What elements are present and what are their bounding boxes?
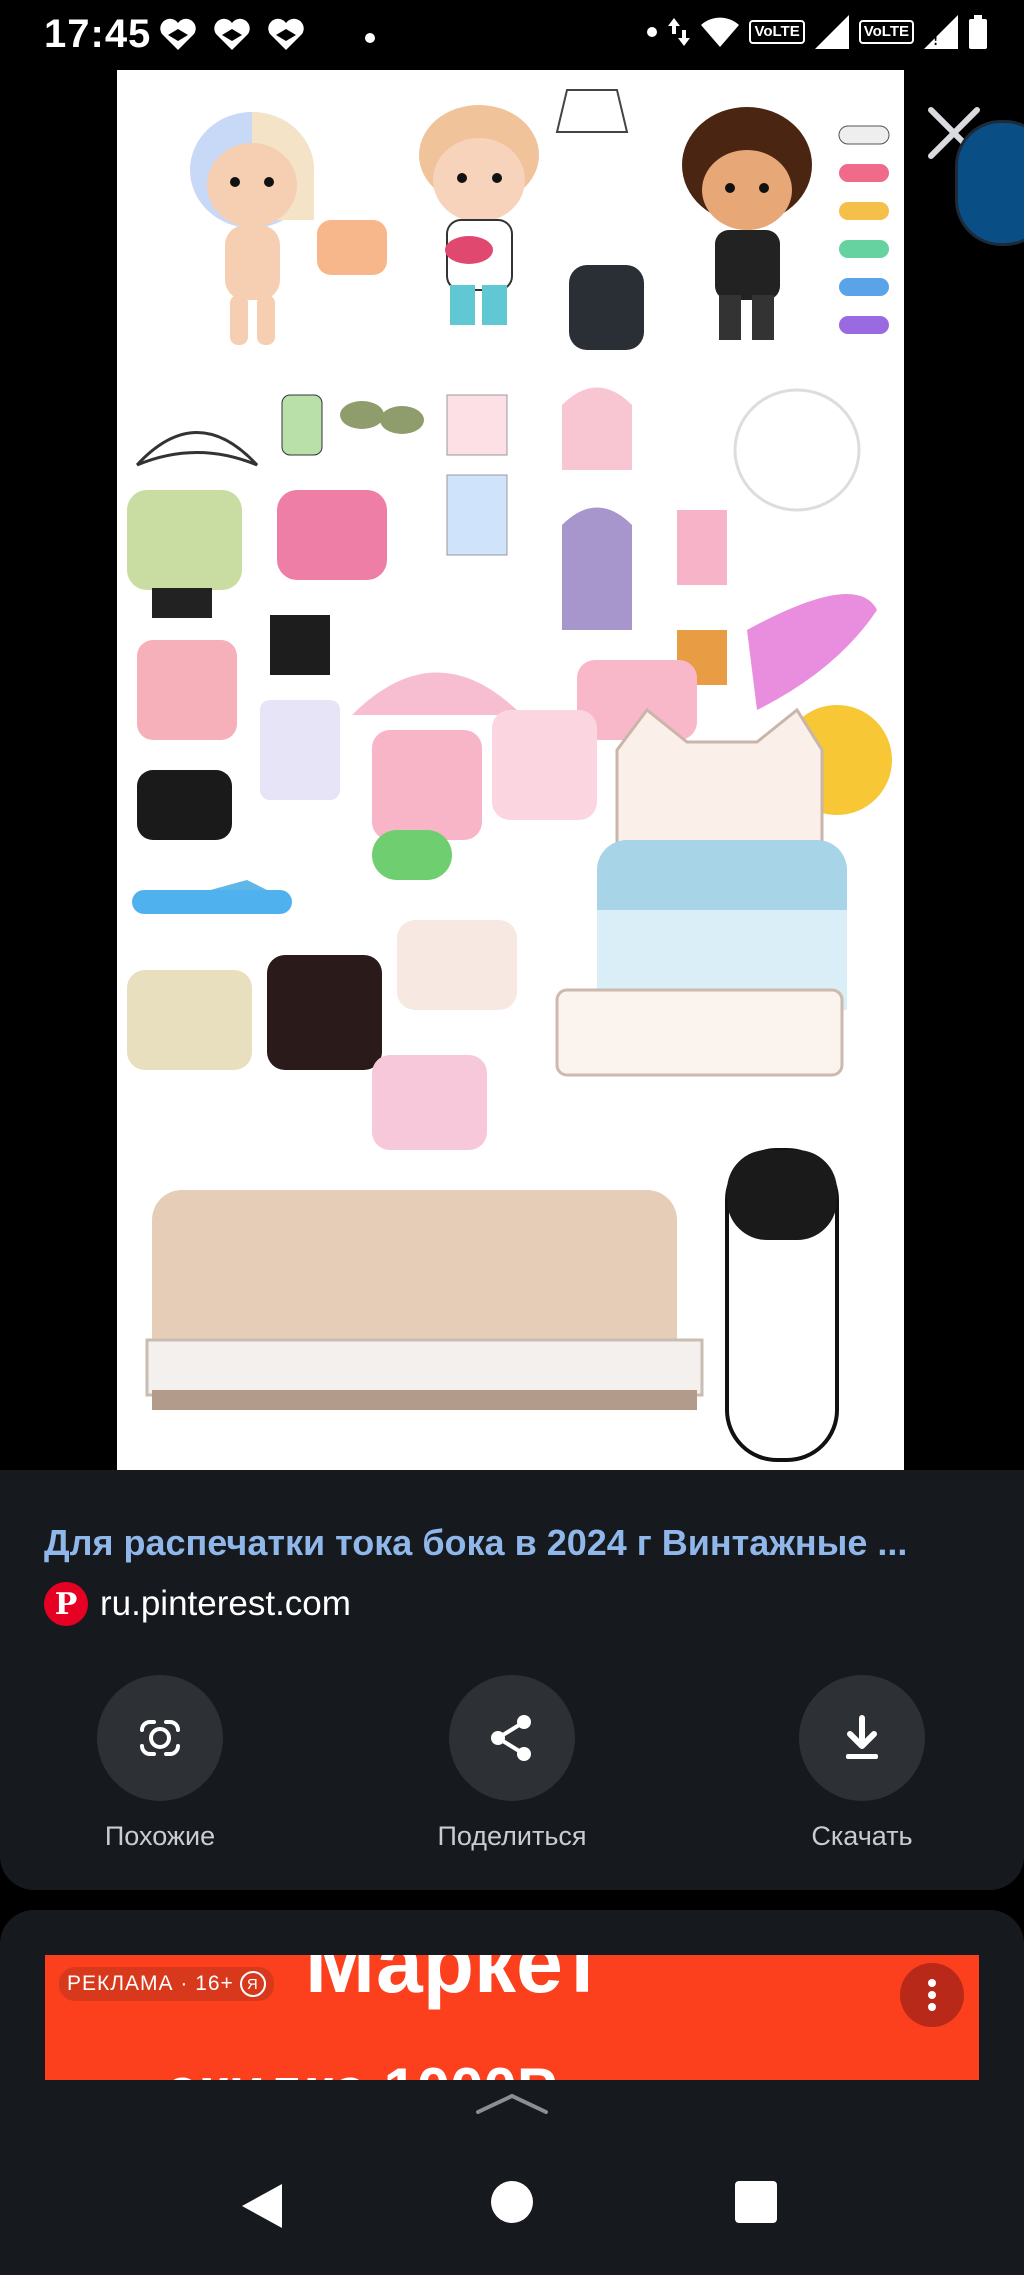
- next-result-thumbnail[interactable]: [955, 120, 1024, 246]
- home-icon[interactable]: [490, 2180, 534, 2224]
- share-label: Поделиться: [437, 1821, 587, 1851]
- bed-sticker: [555, 707, 847, 1077]
- ad-offer-text: скидка 1000Р: [165, 2055, 557, 2080]
- share-icon-circle: [449, 1675, 575, 1801]
- signal-icon: [814, 15, 849, 49]
- recents-icon[interactable]: [734, 2180, 778, 2224]
- character-sticker: [190, 112, 314, 345]
- download-icon: [846, 1715, 878, 1759]
- share-button[interactable]: Поделиться: [392, 1675, 632, 1852]
- similar-icon-circle: [97, 1675, 223, 1801]
- notification-icons: [158, 18, 306, 52]
- more-vertical-icon: [928, 1979, 936, 2011]
- ad-menu-button[interactable]: [900, 1963, 964, 2027]
- chevron-up-icon[interactable]: [474, 2090, 550, 2116]
- wifi-icon: [701, 17, 740, 47]
- download-icon-circle: [799, 1675, 925, 1801]
- ad-brand-text: Маркет: [305, 1955, 603, 2010]
- heart-notification-icon: [160, 18, 196, 50]
- svg-text:!: !: [932, 29, 939, 49]
- result-image[interactable]: [117, 70, 904, 1470]
- bed-sticker: [145, 1190, 704, 1410]
- character-sticker: [419, 105, 539, 325]
- similar-button[interactable]: Похожие: [40, 1675, 280, 1852]
- system-icons: VoLTE VoLTE !: [647, 14, 988, 50]
- dot-icon: [647, 27, 658, 37]
- ad-badge: РЕКЛАМА · 16+ Я: [59, 1967, 274, 2001]
- signal-icon: !: [924, 15, 958, 49]
- similar-label: Похожие: [104, 1821, 216, 1851]
- status-time: 17:45: [44, 12, 152, 56]
- share-icon: [491, 1715, 531, 1761]
- data-arrows-icon: [668, 18, 691, 46]
- source-domain: ru.pinterest.com: [100, 1584, 351, 1623]
- heart-notification-icon: [268, 18, 304, 50]
- result-source[interactable]: P ru.pinterest.com: [44, 1582, 351, 1626]
- status-bar: 17:45 VoLTE VoLTE !: [0, 0, 1024, 70]
- heart-notification-icon: [214, 18, 250, 50]
- download-button[interactable]: Скачать: [742, 1675, 982, 1852]
- sticker-sheet-illustration: [127, 89, 892, 1462]
- ad-banner[interactable]: Маркет скидка 1000Р РЕКЛАМА · 16+ Я: [45, 1955, 979, 2080]
- volte-badge: VoLTE: [858, 20, 914, 44]
- volte-badge: VoLTE: [749, 20, 805, 44]
- download-label: Скачать: [811, 1821, 913, 1851]
- pinterest-icon: P: [44, 1582, 88, 1626]
- camera-search-icon: [140, 1720, 180, 1756]
- ad-badge-text: РЕКЛАМА · 16+: [67, 1972, 234, 1995]
- yandex-logo-icon: Я: [239, 1971, 266, 1997]
- battery-icon: [969, 15, 987, 49]
- result-title[interactable]: Для распечатки тока бока в 2024 г Винтаж…: [44, 1522, 994, 1564]
- character-sticker: [682, 107, 812, 340]
- dot-icon: [365, 33, 375, 43]
- back-icon[interactable]: [238, 2180, 286, 2232]
